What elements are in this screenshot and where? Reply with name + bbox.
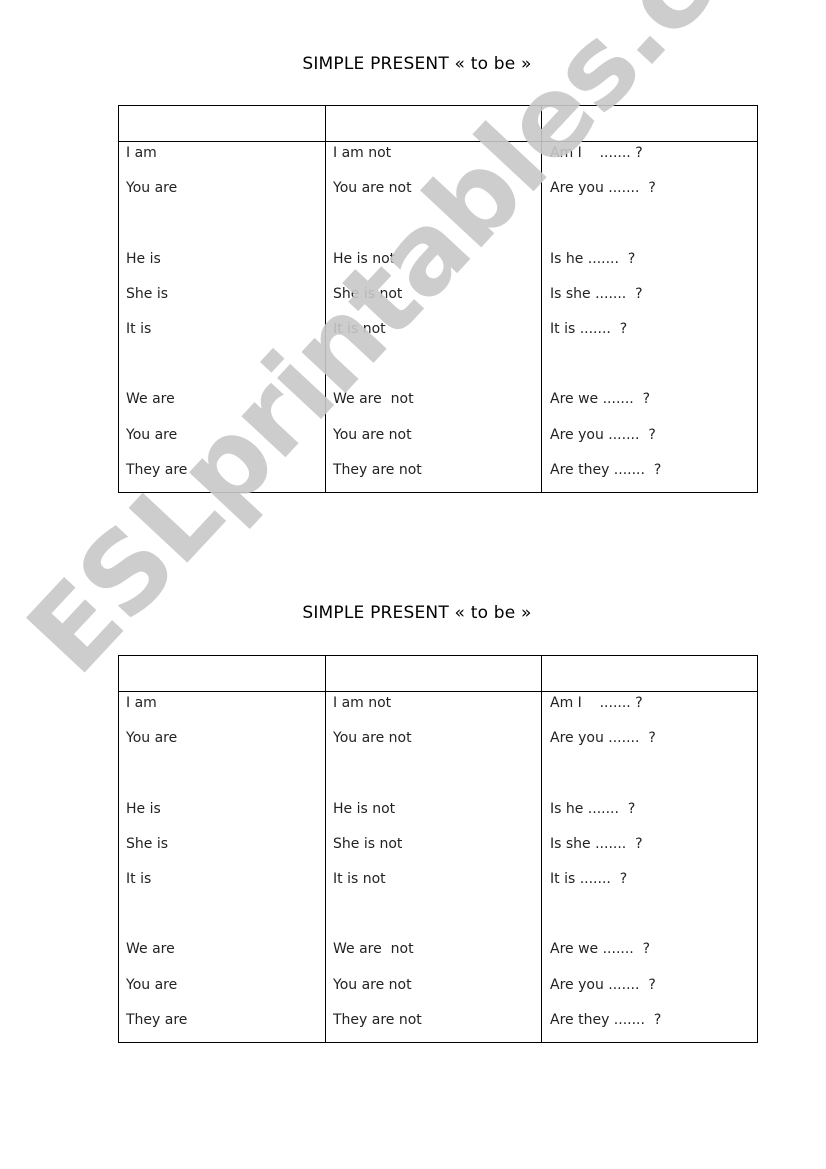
table-cell: Is she ....... ? [550, 835, 643, 852]
column-divider [541, 656, 542, 1042]
conjugation-table: I am You are He is She is It is We are You are… [118, 105, 758, 493]
table-cell: We are [126, 941, 175, 958]
header-cell-interrogative [542, 106, 757, 141]
table-cell: You are not [333, 976, 412, 993]
table-cell: They are [126, 461, 188, 478]
table-cell: They are [126, 1011, 188, 1028]
table-cell: She is [126, 285, 169, 302]
table-cell: He is not [333, 250, 396, 267]
column-divider [325, 656, 326, 1042]
table-cell: It is ....... ? [550, 871, 628, 887]
table-cell: It is [126, 871, 152, 887]
table-cell: Are you ....... ? [550, 730, 656, 747]
table-cell: She is not [333, 835, 403, 852]
column-divider [541, 106, 542, 492]
table-cell: You are not [333, 730, 412, 747]
table-cell: She is [126, 835, 169, 852]
table-cell: Is she ....... ? [550, 285, 643, 302]
table-cell: Are you ....... ? [550, 426, 656, 443]
table-cell: It is not [333, 871, 386, 887]
header-cell-affirmative [119, 656, 325, 691]
header-cell-negative [326, 656, 541, 691]
table-cell: You are [126, 730, 178, 747]
table-cell: I am [126, 145, 157, 161]
table-cell: Are you ....... ? [550, 180, 656, 197]
table-cell: He is [126, 800, 161, 817]
conjugation-table: I am You are He is She is It is We are You are… [118, 655, 758, 1043]
table-cell: Am I ....... ? [550, 695, 643, 711]
table-cell: I am [126, 695, 157, 711]
table-cell: Are you ....... ? [550, 976, 656, 993]
table-cell: He is [126, 250, 161, 267]
table-cell: It is not [333, 321, 386, 337]
table-cell: He is not [333, 800, 396, 817]
table-cell: You are [126, 976, 178, 993]
table-cell: We are not [333, 941, 414, 958]
table-cell: It is ....... ? [550, 321, 628, 337]
worksheet-title: SIMPLE PRESENT « to be » [302, 603, 532, 623]
table-cell: Am I ....... ? [550, 145, 643, 161]
table-cell: Is he ....... ? [550, 800, 636, 817]
table-cell: You are not [333, 426, 412, 443]
table-cell: You are [126, 426, 178, 443]
table-cell: You are not [333, 180, 412, 197]
table-cell: We are [126, 391, 175, 408]
header-cell-interrogative [542, 656, 757, 691]
table-cell: I am not [333, 695, 392, 711]
table-cell: Are they ....... ? [550, 1011, 662, 1028]
table-cell: They are not [333, 1011, 422, 1028]
table-cell: They are not [333, 461, 422, 478]
header-divider [119, 141, 757, 142]
header-cell-negative [326, 106, 541, 141]
header-cell-affirmative [119, 106, 325, 141]
table-cell: I am not [333, 145, 392, 161]
worksheet-title: SIMPLE PRESENT « to be » [302, 54, 532, 74]
table-cell: It is [126, 321, 152, 337]
table-cell: You are [126, 180, 178, 197]
table-cell: Are they ....... ? [550, 461, 662, 478]
table-cell: She is not [333, 285, 403, 302]
table-cell: Are we ....... ? [550, 941, 651, 958]
header-divider [119, 691, 757, 692]
column-divider [325, 106, 326, 492]
table-cell: We are not [333, 391, 414, 408]
table-cell: Are we ....... ? [550, 391, 651, 408]
table-cell: Is he ....... ? [550, 250, 636, 267]
